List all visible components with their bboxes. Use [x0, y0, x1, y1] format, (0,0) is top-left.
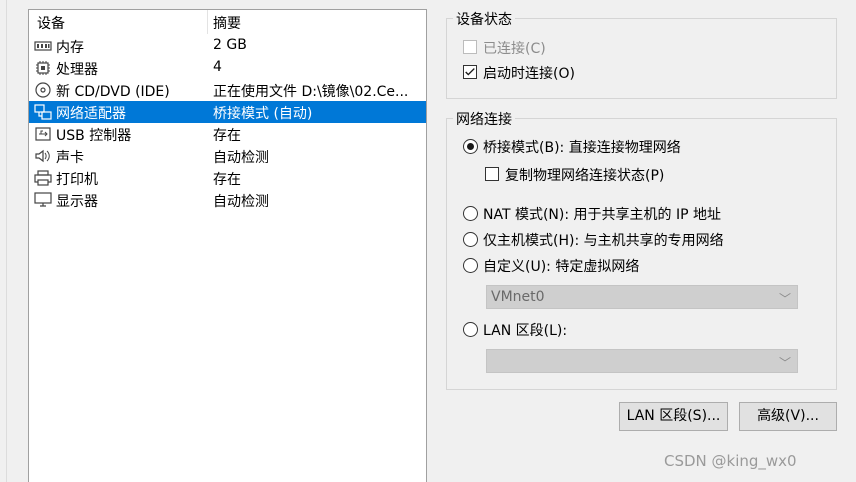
lan-segment-select[interactable]: ﹀ — [486, 349, 798, 373]
device-list-header: 设备 摘要 — [29, 10, 426, 34]
network-connection-group: 网络连接 桥接模式(B): 直接连接物理网络 复制物理网络连接状态(P) NAT… — [446, 109, 837, 390]
device-name: 声卡 — [56, 150, 84, 166]
radio-circle — [463, 322, 478, 337]
network-connection-title: 网络连接 — [453, 109, 515, 129]
device-row-cd-dvd[interactable]: 新 CD/DVD (IDE) 正在使用文件 D:\镜像\02.Ce... — [29, 79, 426, 101]
device-summary: 自动检测 — [213, 194, 269, 210]
memory-icon — [34, 41, 52, 51]
lan-segments-button[interactable]: LAN 区段(S)... — [619, 402, 728, 431]
custom-network-select[interactable]: VMnet0 ﹀ — [486, 285, 798, 309]
device-name: 内存 — [56, 40, 84, 56]
usb-icon — [35, 127, 51, 141]
radio-circle — [463, 258, 478, 273]
column-divider[interactable] — [207, 10, 208, 34]
device-summary: 存在 — [213, 172, 241, 188]
device-name: 网络适配器 — [56, 106, 126, 122]
device-name: 新 CD/DVD (IDE) — [56, 84, 170, 100]
device-summary: 4 — [213, 59, 222, 75]
device-summary: 2 GB — [213, 37, 247, 53]
network-adapter-icon — [34, 104, 52, 120]
device-status-title: 设备状态 — [453, 9, 515, 29]
checkbox-box — [463, 65, 477, 79]
device-name: 处理器 — [56, 62, 98, 78]
device-list[interactable]: 设备 摘要 内存 2 GB 处理器 4 新 CD/DVD (IDE) 正在使用文… — [28, 9, 427, 482]
device-name: 打印机 — [56, 172, 98, 188]
checkbox-box — [485, 167, 499, 181]
checkbox-box — [463, 40, 477, 54]
device-row-network-adapter[interactable]: 网络适配器 桥接模式 (自动) — [29, 101, 426, 123]
bridged-label: 桥接模式(B): 直接连接物理网络 — [483, 140, 681, 156]
check-icon — [465, 68, 475, 76]
device-summary: 存在 — [213, 128, 241, 144]
window-edge — [0, 0, 7, 482]
watermark: CSDN @king_wx0 — [664, 452, 797, 470]
cd-dvd-icon — [35, 82, 51, 98]
radio-circle — [463, 139, 478, 154]
device-summary: 桥接模式 (自动) — [213, 106, 313, 122]
lan-segment-label: LAN 区段(L): — [483, 323, 568, 339]
device-summary: 正在使用文件 D:\镜像\02.Ce... — [213, 84, 409, 100]
connect-at-power-on-label: 启动时连接(O) — [483, 66, 575, 82]
column-header-summary[interactable]: 摘要 — [213, 13, 241, 33]
column-header-device[interactable]: 设备 — [37, 13, 65, 33]
printer-icon — [34, 170, 52, 186]
device-row-processor[interactable]: 处理器 4 — [29, 57, 426, 79]
advanced-button[interactable]: 高级(V)... — [739, 402, 837, 431]
device-summary: 自动检测 — [213, 150, 269, 166]
processor-icon — [36, 61, 50, 75]
sound-icon — [35, 149, 50, 163]
chevron-down-icon: ﹀ — [778, 356, 791, 370]
device-row-printer[interactable]: 打印机 存在 — [29, 167, 426, 189]
radio-dot — [467, 143, 474, 150]
radio-circle — [463, 232, 478, 247]
device-row-memory[interactable]: 内存 2 GB — [29, 35, 426, 57]
custom-label: 自定义(U): 特定虚拟网络 — [483, 259, 640, 275]
chevron-down-icon: ﹀ — [778, 292, 791, 306]
device-status-group: 设备状态 已连接(C) 启动时连接(O) — [446, 9, 837, 99]
device-name: USB 控制器 — [56, 128, 132, 144]
radio-circle — [463, 206, 478, 221]
device-row-display[interactable]: 显示器 自动检测 — [29, 189, 426, 211]
custom-network-value: VMnet0 — [491, 289, 545, 305]
replicate-state-label: 复制物理网络连接状态(P) — [505, 168, 665, 184]
device-name: 显示器 — [56, 194, 98, 210]
device-row-usb[interactable]: USB 控制器 存在 — [29, 123, 426, 145]
connected-label: 已连接(C) — [483, 41, 546, 57]
host-only-label: 仅主机模式(H): 与主机共享的专用网络 — [483, 233, 724, 249]
nat-label: NAT 模式(N): 用于共享主机的 IP 地址 — [483, 207, 721, 223]
device-row-sound[interactable]: 声卡 自动检测 — [29, 145, 426, 167]
display-icon — [34, 192, 52, 207]
